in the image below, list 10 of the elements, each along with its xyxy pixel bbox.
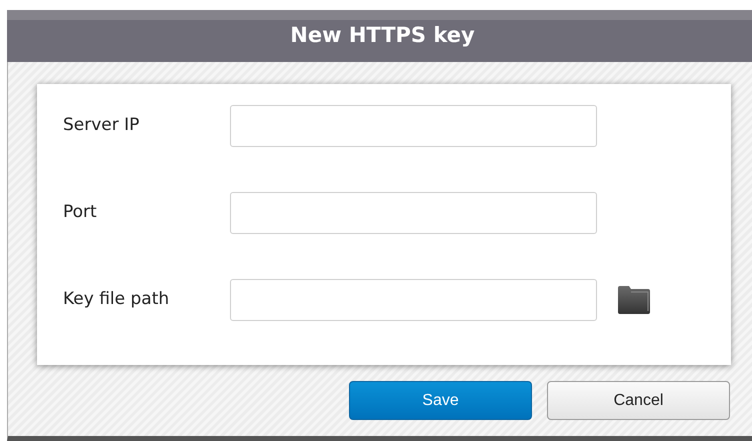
folder-icon[interactable]: [617, 285, 651, 315]
field-label: Key file path: [63, 288, 170, 312]
field-label: Server IP: [63, 114, 140, 138]
input-field[interactable]: [230, 105, 597, 147]
input-field[interactable]: [230, 192, 597, 234]
input-field[interactable]: [230, 279, 597, 321]
window-title: New HTTPS key: [290, 22, 475, 50]
cancel-button[interactable]: Cancel: [547, 381, 730, 420]
save-button[interactable]: Save: [349, 381, 532, 420]
field-label: Port: [63, 201, 98, 224]
